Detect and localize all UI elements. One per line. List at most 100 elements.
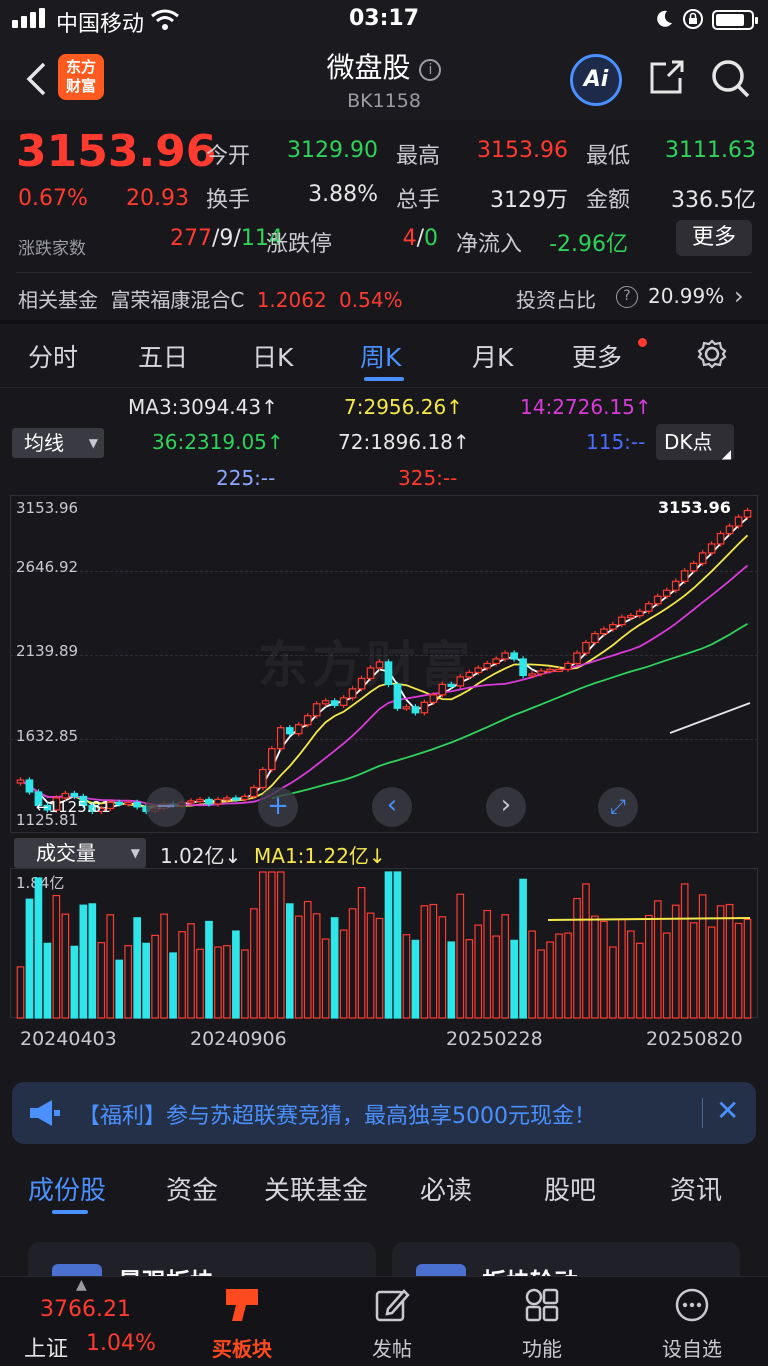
tab-intraday[interactable]: 分时: [28, 338, 78, 374]
x-tick-label: 20250820: [646, 1028, 743, 1050]
tab-constituents[interactable]: 成份股: [28, 1170, 106, 1207]
ma-selector[interactable]: 均线 ▼: [12, 428, 104, 458]
volume-ma1: MA1:1.22亿↓: [254, 844, 386, 868]
ma72-value: 72:1896.18↑: [338, 430, 470, 454]
help-icon[interactable]: ?: [616, 286, 638, 308]
turnover-label: 换手: [206, 188, 251, 213]
promo-banner[interactable]: 【福利】参与苏超联赛竞猜，最高独享5000元现金！ ✕: [12, 1082, 756, 1144]
settings-gear-icon[interactable]: [696, 338, 728, 370]
tab-forum[interactable]: 股吧: [544, 1170, 596, 1207]
ma-selector-label: 均线: [24, 431, 64, 455]
tab-more[interactable]: 更多: [572, 338, 622, 374]
volume-selector[interactable]: 成交量 ▼: [14, 838, 146, 868]
tab-buy-sector[interactable]: 买板块: [192, 1277, 292, 1366]
volume-label: 总手: [396, 188, 441, 213]
tab-functions[interactable]: 功能: [492, 1277, 592, 1366]
volume-bar: [420, 905, 429, 1019]
volume-bar: [52, 894, 61, 1019]
candle-body: [393, 683, 402, 709]
kline-chart[interactable]: 东方财富 3153.96 2646.92 2139.89 1632.85 112…: [0, 495, 768, 835]
candle-body: [115, 801, 124, 806]
volume-bar: [88, 903, 97, 1019]
more-dots-icon: [675, 1288, 709, 1322]
last-price: 3153.96: [16, 126, 217, 177]
change-amount: 20.93: [126, 186, 189, 211]
candle-body: [528, 673, 536, 677]
megaphone-icon: [30, 1100, 60, 1126]
tab-must-read[interactable]: 必读: [420, 1170, 472, 1207]
related-fund-row[interactable]: 相关基金 富荣福康混合C 1.2062 0.54% 投资占比 ? 20.99% …: [18, 282, 758, 314]
volume-bar: [348, 908, 357, 1019]
ai-button[interactable]: Ai: [570, 54, 622, 106]
functions-label: 功能: [522, 1337, 562, 1361]
low-marker-value: 1125.81: [48, 798, 111, 816]
info-icon[interactable]: i: [419, 59, 442, 81]
volume-bar: [501, 914, 510, 1019]
volume-bar: [635, 942, 644, 1019]
volume-bar: [662, 932, 671, 1019]
candle-body: [420, 701, 429, 714]
volume-bar: [644, 914, 653, 1019]
candle-body: [241, 795, 249, 801]
scroll-right-button[interactable]: ›: [486, 787, 526, 827]
tab-weekly-k[interactable]: 周K: [360, 338, 401, 374]
volume-bar: [626, 930, 635, 1019]
volume-bar: [537, 949, 545, 1019]
tab-post[interactable]: 发帖: [342, 1277, 442, 1366]
moon-icon: [657, 10, 672, 27]
dk-button[interactable]: DK点 ◢: [656, 424, 734, 460]
tab-monthly-k[interactable]: 月K: [472, 338, 513, 374]
volume-value: 1.02亿↓: [160, 844, 242, 868]
scroll-left-button[interactable]: ‹: [372, 787, 412, 827]
volume-bar: [564, 932, 572, 1019]
limit-up: 4: [402, 226, 417, 251]
tab-five-day[interactable]: 五日: [138, 338, 188, 374]
tab-add-watchlist[interactable]: 设自选: [642, 1277, 742, 1366]
volume-bar: [312, 913, 321, 1019]
zoom-out-button[interactable]: −: [146, 787, 186, 827]
candle-body: [366, 667, 375, 680]
candle-body: [662, 589, 671, 597]
zoom-in-button[interactable]: +: [258, 787, 298, 827]
high-label: 最高: [396, 144, 441, 169]
candle-body: [205, 798, 213, 805]
index-pct: 1.04%: [86, 1331, 156, 1356]
candle-body: [626, 615, 635, 619]
tab-related-funds[interactable]: 关联基金: [264, 1170, 368, 1207]
tab-news[interactable]: 资讯: [670, 1170, 722, 1207]
candle-body: [653, 595, 662, 605]
low-value: 3111.63: [665, 138, 756, 163]
volume-bar: [250, 908, 258, 1019]
volume-bar: [214, 946, 222, 1019]
tab-daily-k[interactable]: 日K: [252, 338, 293, 374]
search-icon[interactable]: [710, 58, 752, 100]
open-value: 3129.90: [287, 138, 378, 163]
candle-body: [375, 661, 384, 669]
ratio-value: 20.99%: [648, 284, 725, 308]
edit-icon: [375, 1289, 410, 1322]
candle-body: [635, 610, 644, 617]
more-button[interactable]: 更多: [676, 220, 752, 256]
divider: [702, 1098, 703, 1128]
add-watchlist-label: 设自选: [662, 1337, 722, 1361]
volume-bar: [698, 894, 707, 1019]
fullscreen-button[interactable]: ⤢: [598, 787, 638, 827]
volume-bar: [725, 903, 734, 1019]
index-value: 3766.21: [40, 1297, 131, 1322]
fund-label: 相关基金: [18, 288, 98, 312]
volume-bar: [276, 871, 285, 1019]
tab-capital[interactable]: 资金: [166, 1170, 218, 1207]
close-icon[interactable]: ✕: [716, 1094, 739, 1127]
volume-bar: [178, 931, 186, 1019]
volume-bar: [600, 920, 608, 1019]
share-icon[interactable]: [646, 58, 686, 98]
candle-body: [537, 670, 545, 675]
change-pct: 0.67%: [18, 186, 88, 211]
volume-bar: [232, 930, 240, 1019]
divider: [0, 387, 768, 388]
battery-icon: [712, 10, 758, 30]
index-ticker[interactable]: ▲ 3766.21 上证 1.04%: [0, 1277, 168, 1366]
volume-bar: [734, 922, 743, 1019]
ma325-value: 325:--: [398, 466, 458, 490]
candle-body: [609, 624, 617, 630]
